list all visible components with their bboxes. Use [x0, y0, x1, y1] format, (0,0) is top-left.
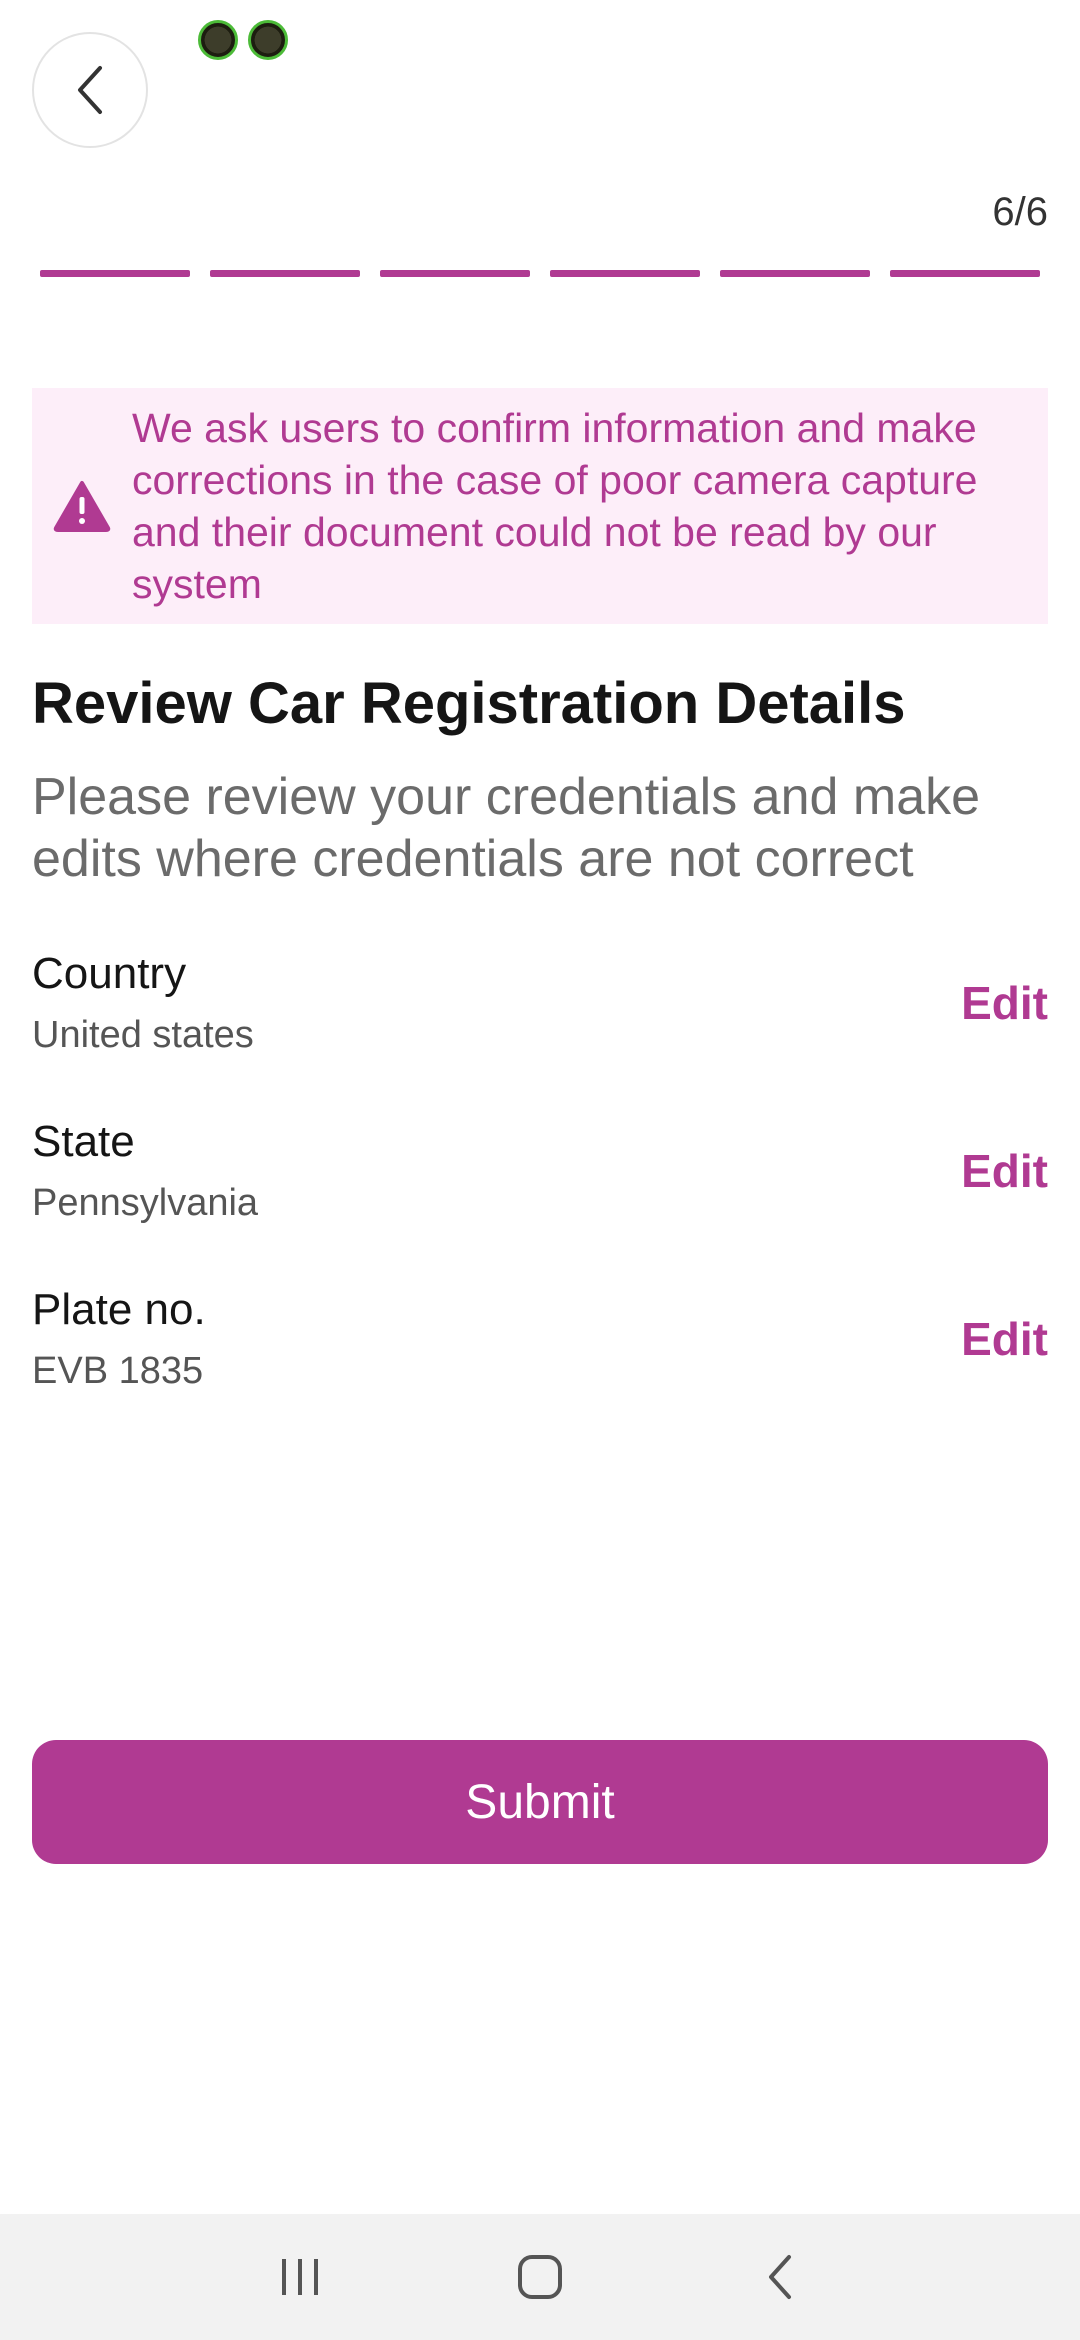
progress-segment: [890, 270, 1040, 277]
page-subtitle: Please review your credentials and make …: [32, 768, 981, 888]
detail-label: Country: [32, 949, 187, 998]
recents-button[interactable]: [260, 2237, 340, 2317]
detail-row-plate: Plate no. EVB 1835 Edit: [32, 1282, 1048, 1432]
progress-bar: [40, 270, 1040, 277]
detail-label: Plate no.: [32, 1285, 206, 1334]
back-button[interactable]: [32, 32, 148, 148]
edit-plate-button[interactable]: Edit: [961, 1312, 1048, 1366]
home-icon: [518, 2255, 562, 2299]
detail-value: United states: [32, 1014, 254, 1056]
warning-banner: We ask users to confirm information and …: [32, 388, 1048, 624]
nav-back-button[interactable]: [740, 2237, 820, 2317]
progress-segment: [210, 270, 360, 277]
detail-row-country: Country United states Edit: [32, 946, 1048, 1096]
system-nav-bar: [0, 2214, 1080, 2340]
detail-value: Pennsylvania: [32, 1182, 259, 1224]
recents-icon: [282, 2259, 318, 2295]
notification-app-icon: [248, 20, 288, 60]
progress-segment: [40, 270, 190, 277]
detail-row-state: State Pennsylvania Edit: [32, 1114, 1048, 1264]
nav-back-icon: [769, 2255, 791, 2299]
status-bar-notifications: [198, 20, 288, 60]
page-title: Review Car Registration Details: [32, 671, 906, 736]
chevron-left-icon: [78, 66, 102, 114]
notification-app-icon: [198, 20, 238, 60]
edit-country-button[interactable]: Edit: [961, 976, 1048, 1030]
detail-value: EVB 1835: [32, 1350, 204, 1392]
progress-segment: [380, 270, 530, 277]
warning-triangle-icon: [32, 480, 132, 532]
screen: 6/6 We ask users to confirm information …: [0, 0, 1080, 2340]
progress-segment: [720, 270, 870, 277]
detail-label: State: [32, 1117, 135, 1166]
submit-button[interactable]: Submit: [32, 1740, 1048, 1864]
step-counter: 6/6: [992, 190, 1048, 234]
home-button[interactable]: [500, 2237, 580, 2317]
warning-message: We ask users to confirm information and …: [132, 405, 978, 607]
edit-state-button[interactable]: Edit: [961, 1144, 1048, 1198]
progress-segment: [550, 270, 700, 277]
